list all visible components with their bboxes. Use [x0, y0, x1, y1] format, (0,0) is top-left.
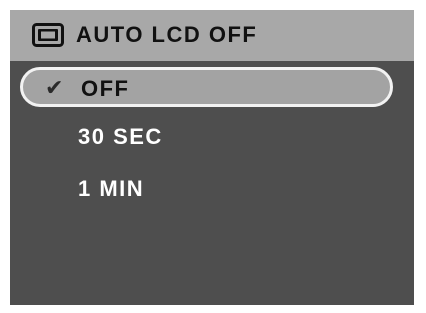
menu-option-label: 30 SEC — [78, 124, 163, 149]
menu-option-off[interactable]: ✔ OFF — [20, 67, 393, 107]
menu-option-label: OFF — [81, 76, 130, 101]
menu-header: AUTO LCD OFF — [10, 10, 414, 61]
menu-option-1-min[interactable]: 1 MIN — [20, 170, 393, 210]
menu-option-label: 1 MIN — [78, 176, 145, 201]
camera-menu-screen: AUTO LCD OFF ✔ OFF 30 SEC 1 MIN — [10, 10, 414, 305]
checkmark-icon: ✔ — [45, 75, 64, 100]
menu-option-30-sec[interactable]: 30 SEC — [20, 118, 393, 158]
lcd-screen-icon — [32, 23, 64, 47]
menu-title: AUTO LCD OFF — [76, 22, 258, 47]
